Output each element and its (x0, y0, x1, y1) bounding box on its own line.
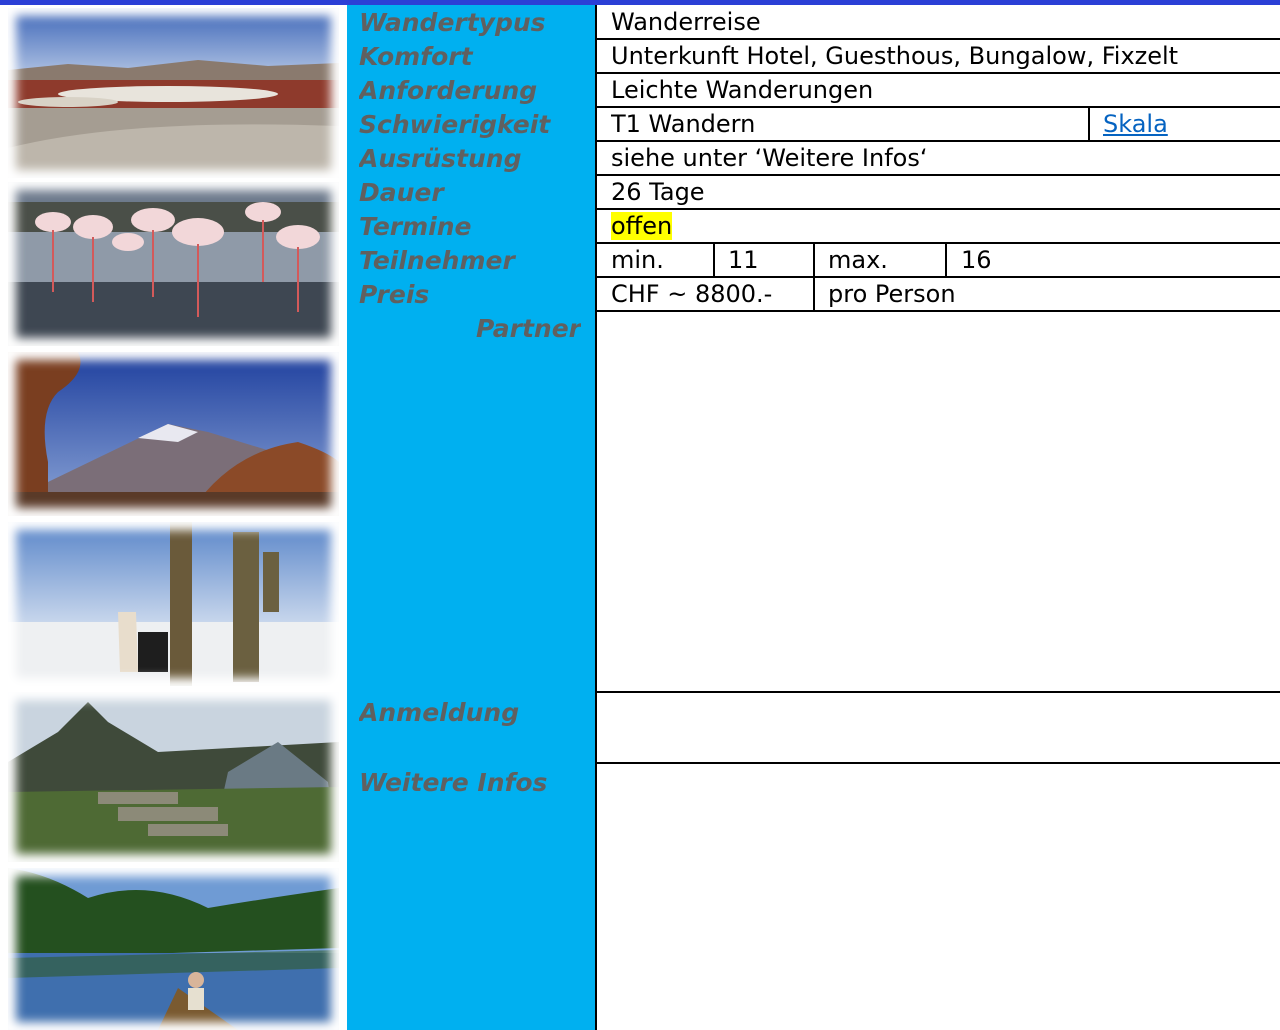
cell-divider (1088, 108, 1090, 141)
value-teilnehmer-min: 11 (728, 246, 759, 274)
value-teilnehmer-max-label: max. (828, 246, 888, 274)
value-preis-unit: pro Person (828, 280, 956, 308)
skala-link[interactable]: Skala (1103, 107, 1168, 141)
cell-divider (813, 278, 815, 311)
photo-salt-lagoon (8, 8, 339, 178)
value-schwierigkeit: T1 Wandern (611, 110, 756, 138)
photo-river-canoe (8, 868, 339, 1030)
label-teilnehmer: Teilnehmer (359, 246, 515, 275)
label-wandertypus: Wandertypus (359, 8, 546, 37)
label-anforderung: Anforderung (359, 76, 538, 105)
photo-llama (8, 522, 339, 686)
cell-divider (945, 244, 947, 277)
label-schwierigkeit: Schwierigkeit (359, 110, 551, 139)
value-wandertypus: Wanderreise (611, 8, 761, 36)
value-teilnehmer-max: 16 (961, 246, 992, 274)
cell-divider (813, 244, 815, 277)
label-anmeldung: Anmeldung (359, 698, 520, 727)
label-partner: Partner (476, 314, 581, 343)
row-divider (596, 762, 1280, 764)
cell-divider (713, 244, 715, 277)
label-weitere-infos: Weitere Infos (359, 768, 548, 797)
row-divider (596, 691, 1280, 693)
value-dauer: 26 Tage (611, 178, 705, 206)
termine-highlight: offen (611, 212, 673, 240)
table-left-border (595, 5, 597, 1030)
row-divider (596, 242, 1280, 244)
photo-volcano (8, 352, 339, 516)
label-komfort: Komfort (359, 42, 473, 71)
label-termine: Termine (359, 212, 472, 241)
label-ausruestung: Ausrüstung (359, 144, 522, 173)
photo-flamingos (8, 182, 339, 346)
value-teilnehmer-min-label: min. (611, 246, 664, 274)
label-dauer: Dauer (359, 178, 444, 207)
label-preis: Preis (359, 280, 430, 309)
value-anforderung: Leichte Wanderungen (611, 76, 874, 104)
value-termine: offen (611, 209, 673, 243)
value-ausruestung: siehe unter ‘Weitere Infos‘ (611, 144, 928, 172)
value-komfort: Unterkunft Hotel, Guesthous, Bungalow, F… (611, 42, 1179, 70)
photo-machu-picchu (8, 692, 339, 862)
value-preis: CHF ~ 8800.- (611, 280, 773, 308)
